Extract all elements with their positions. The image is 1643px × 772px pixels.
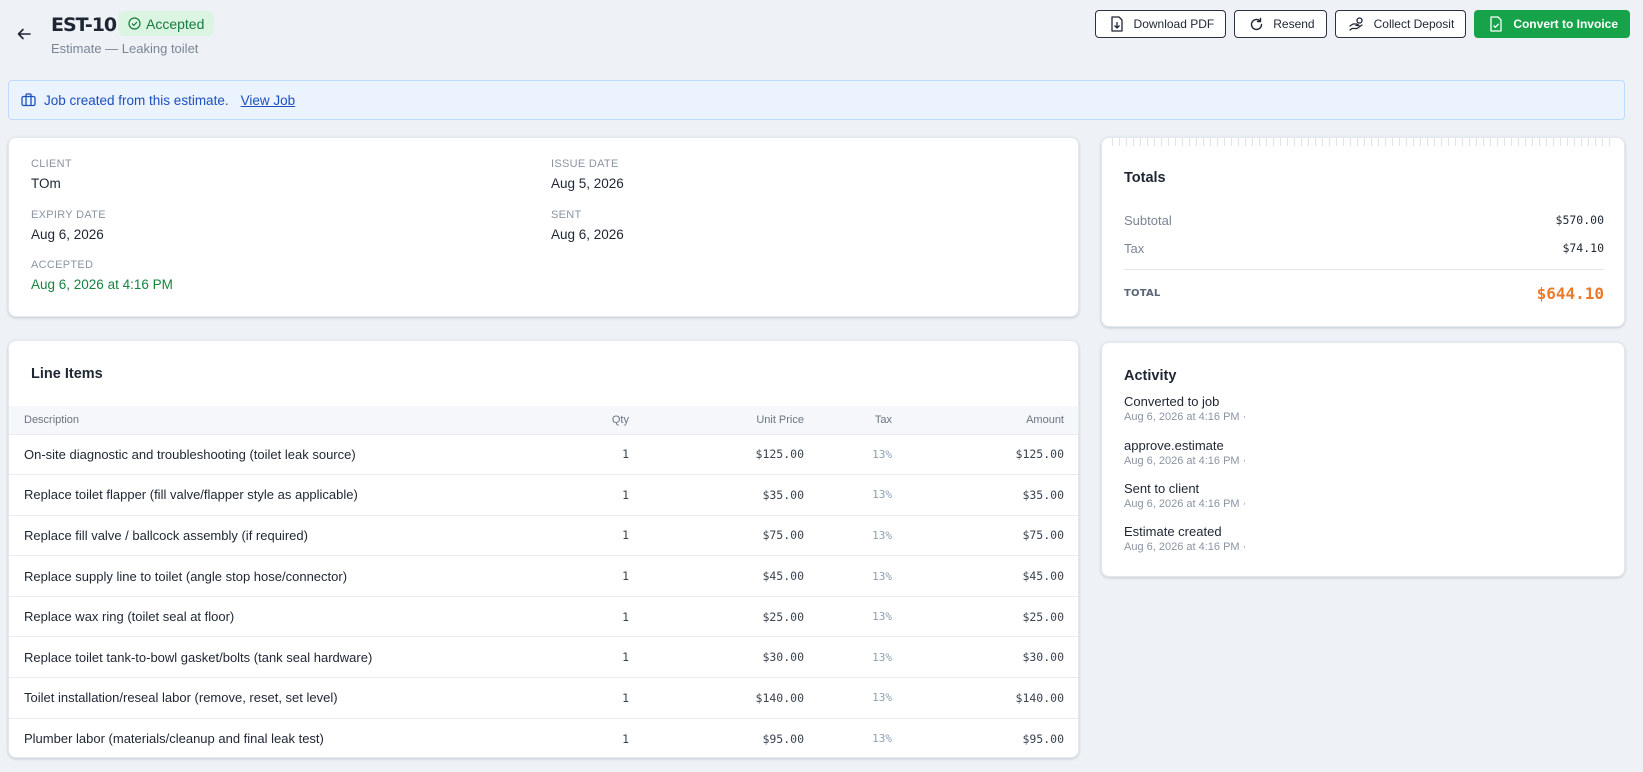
col-qty: Qty <box>611 413 629 426</box>
col-amount: Amount <box>1026 413 1064 426</box>
activity-card: Activity Converted to job Aug 6, 2026 at… <box>1101 342 1625 577</box>
collect-deposit-button[interactable]: Collect Deposit <box>1334 10 1467 38</box>
line-tax: 13% <box>872 488 892 502</box>
col-unit-price: Unit Price <box>756 413 804 426</box>
totals-divider <box>1124 269 1604 270</box>
convert-to-invoice-button[interactable]: Convert to Invoice <box>1474 10 1630 38</box>
line-amount: $125.00 <box>1015 447 1064 462</box>
totals-title: Totals <box>1124 170 1166 186</box>
back-arrow-icon[interactable] <box>14 24 34 44</box>
view-job-link[interactable]: View Job <box>241 93 296 108</box>
col-description: Description <box>24 413 80 426</box>
table-row: Replace fill valve / ballcock assembly (… <box>9 515 1078 556</box>
status-badge: Accepted <box>118 11 215 36</box>
hand-coins-icon <box>1348 15 1366 33</box>
subtotal-row: Subtotal $570.00 <box>1124 213 1604 228</box>
line-tax: 13% <box>872 528 892 542</box>
refresh-icon <box>1247 15 1265 33</box>
job-created-banner: Job created from this estimate. View Job <box>8 80 1625 120</box>
banner-text: Job created from this estimate. <box>44 92 229 108</box>
line-tax: 13% <box>872 732 892 746</box>
check-circle-icon <box>128 17 141 30</box>
line-description: Toilet installation/reseal labor (remove… <box>24 690 338 706</box>
line-tax: 13% <box>872 650 892 664</box>
line-tax: 13% <box>872 610 892 624</box>
line-items-table: Description Qty Unit Price Tax Amount On… <box>9 406 1078 757</box>
line-amount: $35.00 <box>1022 487 1064 502</box>
line-items-card: Line Items Description Qty Unit Price Ta… <box>8 340 1079 758</box>
sent-field: SENT Aug 6, 2026 <box>551 209 624 242</box>
line-description: Replace toilet tank-to-bowl gasket/bolts… <box>24 649 373 665</box>
line-qty: 1 <box>622 528 629 543</box>
table-row: Replace wax ring (toilet seal at floor) 1… <box>9 596 1078 637</box>
table-row: Replace supply line to toilet (angle sto… <box>9 555 1078 597</box>
line-amount: $75.00 <box>1022 528 1064 543</box>
table-row: Plumber labor (materials/cleanup and fin… <box>9 718 1078 757</box>
resend-button[interactable]: Resend <box>1234 10 1327 38</box>
estimate-details-card: CLIENT TOm ISSUE DATE Aug 5, 2026 EXPIRY… <box>8 137 1079 317</box>
line-unit-price: $140.00 <box>755 690 804 705</box>
line-unit-price: $25.00 <box>762 609 804 624</box>
header-actions: Download PDF Resend Collect Deposit Conv… <box>1094 10 1630 38</box>
line-description: On-site diagnostic and troubleshooting (… <box>24 446 356 462</box>
line-amount: $45.00 <box>1022 569 1064 584</box>
activity-item: approve.estimate Aug 6, 2026 at 4:16 PM … <box>1124 438 1247 467</box>
line-unit-price: $35.00 <box>762 487 804 502</box>
issue-date-field: ISSUE DATE Aug 5, 2026 <box>551 158 624 191</box>
line-tax: 13% <box>872 569 892 583</box>
table-row: Replace toilet flapper (fill valve/flapp… <box>9 474 1078 516</box>
line-unit-price: $45.00 <box>762 569 804 584</box>
briefcase-icon <box>21 93 36 107</box>
perforation-edge <box>1112 138 1616 146</box>
status-label: Accepted <box>146 15 205 32</box>
line-description: Replace toilet flapper (fill valve/flapp… <box>24 487 358 503</box>
tax-row: Tax $74.10 <box>1124 241 1604 256</box>
activity-item: Converted to job Aug 6, 2026 at 4:16 PM … <box>1124 394 1247 423</box>
line-description: Replace fill valve / ballcock assembly (… <box>24 527 308 543</box>
line-unit-price: $30.00 <box>762 650 804 665</box>
table-row: Toilet installation/reseal labor (remove… <box>9 677 1078 719</box>
activity-item: Sent to client Aug 6, 2026 at 4:16 PM · <box>1124 481 1247 510</box>
col-tax: Tax <box>874 413 892 426</box>
line-unit-price: $95.00 <box>762 731 804 746</box>
line-qty: 1 <box>622 650 629 665</box>
line-qty: 1 <box>622 569 629 584</box>
file-check-icon <box>1487 15 1505 33</box>
line-unit-price: $75.00 <box>762 528 804 543</box>
table-row: On-site diagnostic and troubleshooting (… <box>9 434 1078 475</box>
total-row: TOTAL $644.10 <box>1124 284 1604 303</box>
line-amount: $30.00 <box>1022 650 1064 665</box>
download-pdf-button[interactable]: Download PDF <box>1094 10 1227 38</box>
client-field: CLIENT TOm <box>31 158 72 191</box>
line-amount: $95.00 <box>1022 731 1064 746</box>
activity-title: Activity <box>1124 368 1177 384</box>
line-amount: $140.00 <box>1015 690 1064 705</box>
line-tax: 13% <box>872 447 892 461</box>
accepted-field: ACCEPTED Aug 6, 2026 at 4:16 PM <box>31 259 173 292</box>
line-unit-price: $125.00 <box>755 447 804 462</box>
line-qty: 1 <box>622 487 629 502</box>
line-items-title: Line Items <box>31 366 103 382</box>
line-qty: 1 <box>622 690 629 705</box>
line-qty: 1 <box>622 609 629 624</box>
line-description: Plumber labor (materials/cleanup and fin… <box>24 731 324 747</box>
file-download-icon <box>1108 15 1126 33</box>
table-header-row: Description Qty Unit Price Tax Amount <box>9 406 1078 434</box>
line-tax: 13% <box>872 691 892 705</box>
line-qty: 1 <box>622 447 629 462</box>
line-description: Replace wax ring (toilet seal at floor) <box>24 609 235 625</box>
line-amount: $25.00 <box>1022 609 1064 624</box>
activity-item: Estimate created Aug 6, 2026 at 4:16 PM … <box>1124 524 1247 553</box>
line-qty: 1 <box>622 731 629 746</box>
totals-card: Totals Subtotal $570.00 Tax $74.10 TOTAL… <box>1101 137 1625 327</box>
table-row: Replace toilet tank-to-bowl gasket/bolts… <box>9 636 1078 678</box>
page-header: EST-1011 Accepted Estimate — Leaking toi… <box>0 0 1643 72</box>
expiry-date-field: EXPIRY DATE Aug 6, 2026 <box>31 209 106 242</box>
line-description: Replace supply line to toilet (angle sto… <box>24 568 348 584</box>
page-subtitle: Estimate — Leaking toilet <box>51 41 199 56</box>
